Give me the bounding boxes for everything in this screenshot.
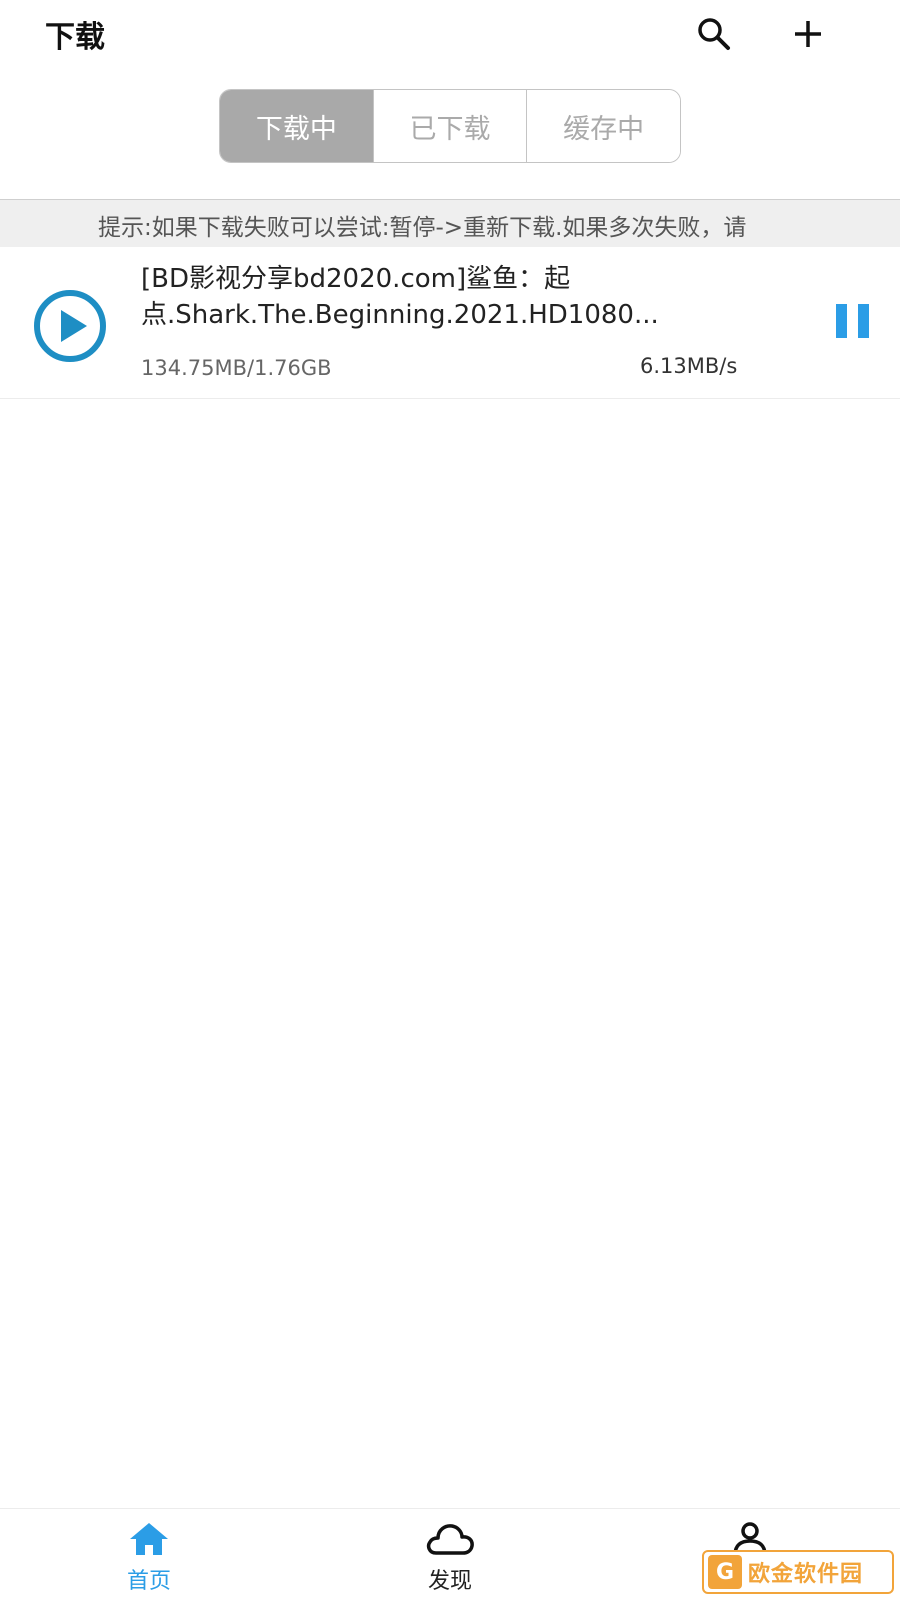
nav-home-label: 首页 bbox=[126, 1569, 171, 1594]
tab-downloading[interactable]: 下载中 bbox=[220, 90, 373, 162]
search-icon bbox=[698, 18, 730, 50]
download-speed: 6.13MB/s bbox=[640, 354, 738, 378]
play-circle-icon[interactable] bbox=[32, 288, 108, 364]
cloud-icon bbox=[426, 1524, 474, 1555]
watermark: G 欧金软件园 bbox=[702, 1550, 894, 1594]
download-title: [BD影视分享bd2020.com]鲨鱼：起点.Shark.The.Beginn… bbox=[141, 264, 659, 330]
download-tabs: 下载中 已下载 缓存中 bbox=[219, 89, 681, 163]
download-item[interactable]: [BD影视分享bd2020.com]鲨鱼：起点.Shark.The.Beginn… bbox=[0, 248, 900, 399]
add-download-button[interactable] bbox=[786, 12, 830, 56]
watermark-logo: G bbox=[708, 1555, 742, 1589]
watermark-text: 欧金软件园 bbox=[748, 1562, 864, 1587]
notice-text: 提示:如果下载失败可以尝试:暂停->重新下载.如果多次失败，请 bbox=[98, 215, 747, 241]
notice-banner: 提示:如果下载失败可以尝试:暂停->重新下载.如果多次失败，请 bbox=[0, 200, 900, 247]
nav-discover-label: 发现 bbox=[427, 1569, 472, 1594]
tab-downloaded[interactable]: 已下载 bbox=[372, 90, 527, 162]
pause-icon[interactable] bbox=[834, 302, 874, 342]
download-size: 134.75MB/1.76GB bbox=[141, 356, 332, 380]
search-button[interactable] bbox=[692, 12, 736, 56]
home-icon bbox=[130, 1523, 168, 1555]
tab-caching[interactable]: 缓存中 bbox=[526, 90, 680, 162]
app-header: 下载 bbox=[0, 0, 900, 70]
page-title: 下载 bbox=[45, 20, 105, 55]
plus-icon bbox=[795, 21, 821, 47]
nav-home[interactable]: 首页 bbox=[89, 1509, 209, 1601]
nav-discover[interactable]: 发现 bbox=[390, 1509, 510, 1601]
